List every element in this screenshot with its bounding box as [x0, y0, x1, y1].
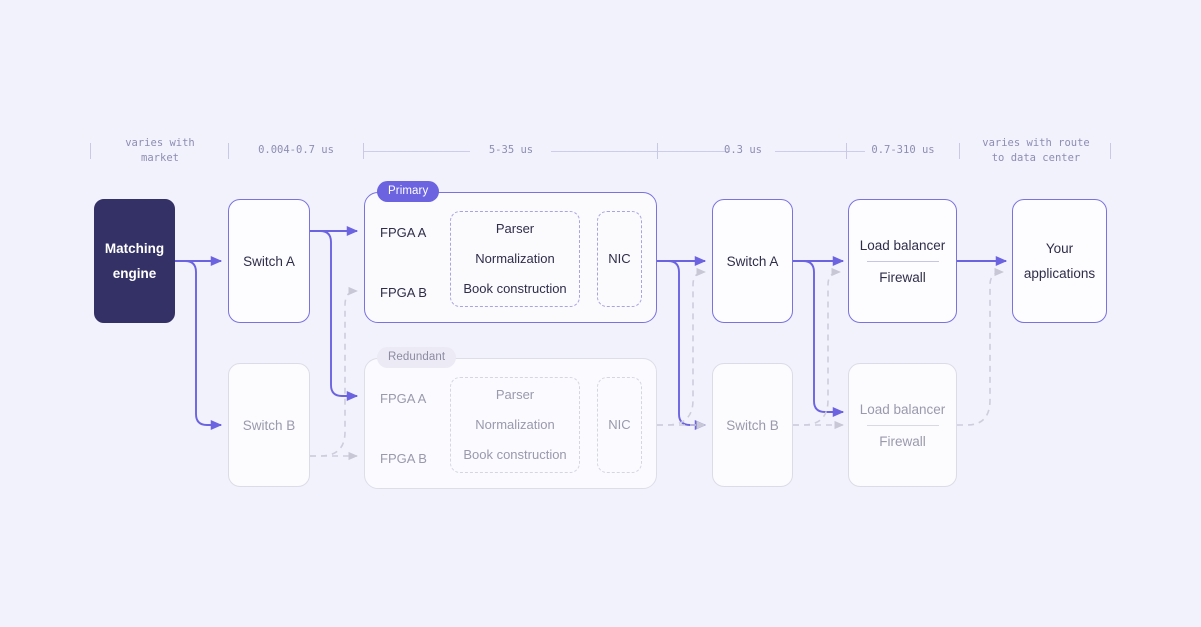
primary-pipeline-parser: Parser: [495, 221, 535, 236]
primary-pipeline-box: Parser Normalization Book construction: [450, 211, 580, 307]
badge-redundant: Redundant: [377, 347, 457, 368]
redundant-fpga-b-label: FPGA B: [380, 451, 427, 466]
timeline-tick: [228, 143, 229, 159]
timeline-label-market: varies with market: [125, 137, 195, 164]
node-switch-b-right[interactable]: Switch B: [712, 363, 793, 487]
timeline-label-switch: 0.004-0.7 us: [258, 144, 334, 156]
primary-nic-box: NIC: [597, 211, 642, 307]
timeline-tick: [90, 143, 91, 159]
matching-engine-label-1: Matching: [104, 241, 165, 256]
node-switch-a-left[interactable]: Switch A: [228, 199, 310, 323]
timeline-label-datacenter: varies with route to data center: [982, 137, 1090, 164]
switch-a-right-label: Switch A: [726, 253, 779, 269]
group-redundant: Redundant FPGA A FPGA B Parser Normaliza…: [364, 347, 657, 489]
switch-b-right-label: Switch B: [726, 417, 779, 433]
redundant-pipeline-box: Parser Normalization Book construction: [450, 377, 580, 473]
node-load-balancer-redundant[interactable]: Load balancer Firewall: [848, 363, 957, 487]
primary-pipeline-book-construction: Book construction: [463, 281, 567, 296]
primary-fpga-a-label: FPGA A: [380, 225, 427, 240]
node-load-balancer-primary[interactable]: Load balancer Firewall: [848, 199, 957, 323]
group-primary: Primary FPGA A FPGA B Parser Normalizati…: [364, 181, 657, 323]
node-switch-b-left[interactable]: Switch B: [228, 363, 310, 487]
redundant-pipeline-normalization: Normalization: [475, 417, 555, 432]
redundant-pipeline-book-construction: Book construction: [463, 447, 567, 462]
lb-redundant-top-label: Load balancer: [859, 401, 946, 417]
switch-b-left-label: Switch B: [242, 417, 296, 433]
lb-redundant-divider: [866, 424, 939, 426]
your-applications-label-1: Your: [1045, 241, 1074, 256]
timeline-rule: [364, 151, 470, 152]
node-matching-engine[interactable]: Matching engine: [94, 199, 175, 323]
your-applications-label-2: applications: [1023, 266, 1096, 281]
timeline-label-lb: 0.7-310 us: [871, 144, 935, 156]
redundant-fpga-a-label: FPGA A: [380, 391, 427, 406]
timeline-rule: [551, 151, 657, 152]
switch-a-left-label: Switch A: [243, 253, 295, 269]
lb-primary-bottom-label: Firewall: [879, 269, 926, 285]
lb-primary-divider: [866, 260, 939, 262]
timeline-tick: [1110, 143, 1111, 159]
lb-redundant-bottom-label: Firewall: [879, 433, 926, 449]
redundant-nic-box: NIC: [597, 377, 642, 473]
primary-nic-label: NIC: [608, 251, 631, 266]
primary-pipeline-normalization: Normalization: [475, 251, 555, 266]
redundant-nic-label: NIC: [608, 417, 631, 432]
lb-primary-top-label: Load balancer: [859, 237, 946, 253]
matching-engine-label-2: engine: [112, 266, 157, 281]
timeline-label-fpga: 5-35 us: [488, 144, 534, 156]
timeline-label-switch2: 0.3 us: [724, 144, 762, 156]
diagram-canvas: varies with market 0.004-0.7 us 5-35 us …: [0, 0, 1201, 627]
node-your-applications[interactable]: Your applications: [1012, 199, 1107, 323]
timeline-rule: [775, 151, 846, 152]
redundant-pipeline-parser: Parser: [495, 387, 535, 402]
node-switch-a-right[interactable]: Switch A: [712, 199, 793, 323]
badge-primary: Primary: [377, 181, 440, 202]
primary-fpga-b-label: FPGA B: [380, 285, 427, 300]
